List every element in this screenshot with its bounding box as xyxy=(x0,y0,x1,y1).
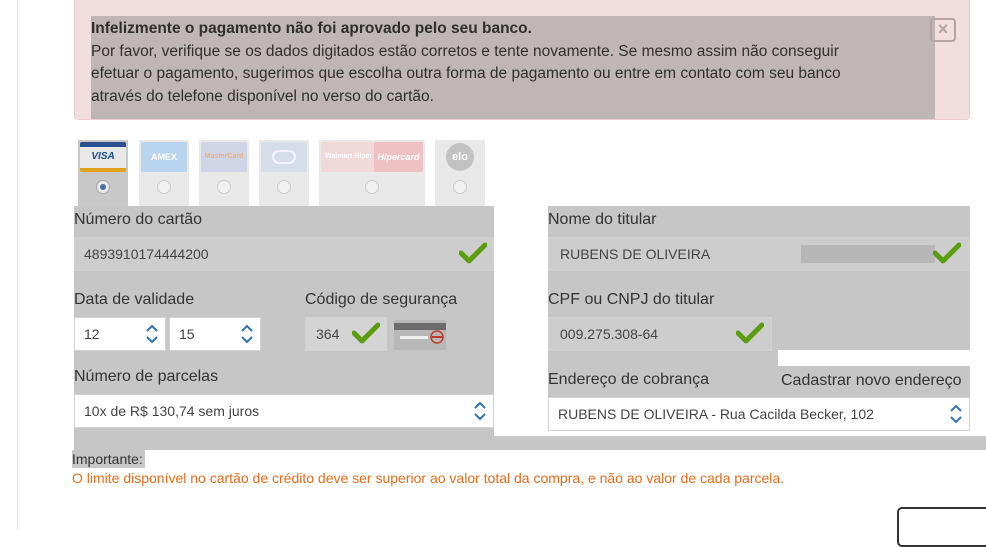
holder-doc-value: 009.275.308-64 xyxy=(560,326,659,342)
important-label: Importante: xyxy=(72,450,145,468)
brand-radio[interactable] xyxy=(217,180,231,194)
installments-value: 10x de R$ 130,74 sem juros xyxy=(84,403,260,419)
amex-logo-icon: AMEX xyxy=(141,142,187,172)
alert-line: efetuar o pagamento, sugerimos que escol… xyxy=(91,65,841,82)
expiry-label: Data de validade xyxy=(74,291,195,308)
brand-radio[interactable] xyxy=(453,180,467,194)
floating-widget[interactable] xyxy=(897,507,986,547)
alert-line: através do telefone disponível no verso … xyxy=(91,87,434,105)
stepper-icon[interactable] xyxy=(145,322,159,346)
installments-select[interactable]: 10x de R$ 130,74 sem juros xyxy=(74,394,494,428)
brand-radio[interactable] xyxy=(365,180,379,194)
visa-logo-icon: VISA xyxy=(80,142,126,172)
valid-check-icon xyxy=(352,322,380,344)
select-arrows-icon[interactable] xyxy=(473,399,487,423)
valid-check-icon xyxy=(459,242,487,264)
close-icon[interactable]: × xyxy=(930,18,956,42)
installments-label: Número de parcelas xyxy=(74,368,219,385)
card-number-label: Número do cartão xyxy=(74,211,203,228)
cvv-value: 364 xyxy=(316,326,340,342)
alert-line: Por favor, verifique se os dados digitad… xyxy=(91,42,839,60)
card-number-value: 4893910174444200 xyxy=(84,246,209,262)
stepper-icon[interactable] xyxy=(240,322,254,346)
elo-logo-icon: elo xyxy=(437,142,483,172)
left-border xyxy=(17,0,18,529)
credit-limit-notice: O limite disponível no cartão de crédito… xyxy=(72,470,785,486)
card-number-input[interactable]: 4893910174444200 xyxy=(74,237,494,271)
cvv-card-hint-icon xyxy=(394,320,446,350)
expiry-year-value: 15 xyxy=(179,326,195,342)
brand-radio[interactable] xyxy=(96,180,110,194)
expiry-month-input[interactable]: 12 xyxy=(74,317,166,351)
diners-logo-icon xyxy=(261,142,307,172)
brand-option-amex[interactable]: AMEX xyxy=(139,140,189,206)
alert-message: Infelizmente o pagamento não foi aprovad… xyxy=(91,16,935,119)
expiry-year-input[interactable]: 15 xyxy=(169,317,261,351)
billing-address-value: RUBENS DE OLIVEIRA - Rua Cacilda Becker,… xyxy=(558,406,874,422)
input-highlight xyxy=(801,245,935,263)
brand-radio[interactable] xyxy=(277,180,291,194)
brand-option-visa[interactable]: VISA xyxy=(78,140,128,206)
select-arrows-icon[interactable] xyxy=(949,402,963,426)
brand-option-elo[interactable]: elo xyxy=(435,140,485,206)
holder-doc-label: CPF ou CNPJ do titular xyxy=(548,291,715,308)
expiry-month-value: 12 xyxy=(84,326,100,342)
valid-check-icon xyxy=(933,242,961,264)
brand-radio[interactable] xyxy=(157,180,171,194)
holder-name-value: RUBENS DE OLIVEIRA xyxy=(560,246,711,262)
holder-name-label: Nome do titular xyxy=(548,211,657,228)
mastercard-logo-icon: MasterCard xyxy=(201,142,247,172)
payment-error-alert: Infelizmente o pagamento não foi aprovad… xyxy=(74,0,970,120)
alert-title: Infelizmente o pagamento não foi aprovad… xyxy=(91,20,532,37)
brand-option-hipercard[interactable]: Walmart Hiper Hipercard xyxy=(319,140,425,206)
brand-option-diners[interactable] xyxy=(259,140,309,206)
brand-option-mastercard[interactable]: MasterCard xyxy=(199,140,249,206)
new-address-link[interactable]: Cadastrar novo endereço xyxy=(781,372,962,390)
form-footer-band xyxy=(74,436,986,450)
cvv-label: Código de segurança xyxy=(305,291,458,308)
hipercard-logo-icon: Hipercard xyxy=(374,142,423,172)
billing-address-label: Endereço de cobrança xyxy=(548,371,709,388)
billing-address-select[interactable]: RUBENS DE OLIVEIRA - Rua Cacilda Becker,… xyxy=(548,397,970,431)
valid-check-icon xyxy=(736,322,764,344)
holder-name-input[interactable]: RUBENS DE OLIVEIRA xyxy=(548,237,970,271)
